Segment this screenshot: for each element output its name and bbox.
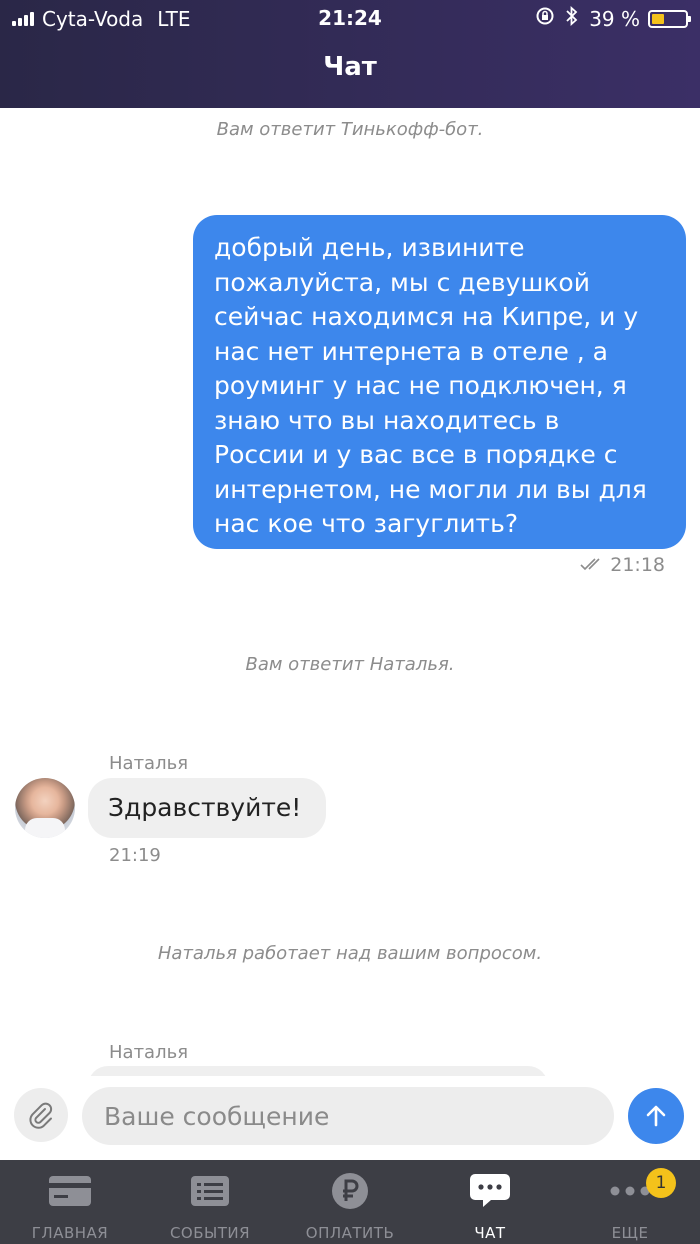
tab-events[interactable]: СОБЫТИЯ: [140, 1160, 280, 1244]
tab-more[interactable]: ЕЩЕ: [560, 1160, 700, 1244]
message-time: 21:19: [109, 845, 161, 866]
message-time: 21:18: [610, 554, 665, 576]
message-line: добрый день, извините: [214, 233, 525, 262]
message-line: сейчас находимся на Кипре, и у: [214, 302, 639, 331]
header: Cyta-Voda LTE 21:24 39 % Чат: [0, 0, 700, 108]
message-line: пожалуйста, мы с девушкой: [214, 267, 590, 297]
chat-icon: [420, 1170, 560, 1212]
status-bar: Cyta-Voda LTE 21:24 39 %: [0, 0, 700, 36]
message-input[interactable]: [82, 1087, 614, 1145]
avatar[interactable]: [15, 778, 75, 838]
incoming-message-bubble[interactable]: Здравствуйте!: [88, 778, 326, 838]
sender-name: Наталья: [109, 1042, 189, 1063]
bluetooth-icon: [565, 5, 579, 31]
battery-percent: 39 %: [589, 6, 640, 31]
battery-fill: [652, 13, 664, 24]
card-icon: [0, 1170, 140, 1212]
double-check-icon: [580, 554, 606, 576]
list-icon: [140, 1170, 280, 1212]
tab-label: ЕЩЕ: [611, 1224, 649, 1242]
tab-label: ЧАТ: [474, 1224, 506, 1242]
rotation-lock-icon: [535, 6, 555, 31]
message-text: Здравствуйте!: [108, 793, 302, 822]
outgoing-message-bubble[interactable]: добрый день, извините пожалуйста, мы с д…: [193, 215, 686, 549]
message-line: интернетом, не могли ли вы для: [214, 474, 647, 504]
tab-label: ГЛАВНАЯ: [31, 1224, 109, 1242]
tab-label: СОБЫТИЯ: [169, 1224, 251, 1242]
arrow-up-icon: [646, 1105, 666, 1127]
sender-name: Наталья: [109, 753, 189, 774]
message-line: нас кое что загуглить?: [214, 509, 519, 538]
outgoing-message-meta: 21:18: [580, 554, 665, 576]
message-line: нас нет интернета в отеле , а: [214, 336, 608, 366]
notification-badge: 1: [646, 1168, 676, 1198]
ruble-icon: [280, 1170, 420, 1212]
message-line: роуминг у нас не подключен, я: [214, 371, 627, 400]
system-message-operator: Вам ответит Наталья.: [245, 654, 455, 675]
tab-chat[interactable]: ЧАТ: [420, 1160, 560, 1244]
system-message-working: Наталья работает над вашим вопросом.: [157, 943, 543, 964]
send-button[interactable]: [628, 1088, 684, 1144]
message-composer: [0, 1076, 700, 1160]
tab-main[interactable]: ГЛАВНАЯ: [0, 1160, 140, 1244]
battery-icon: [648, 9, 691, 28]
system-message-bot: Вам ответит Тинькофф-бот.: [216, 119, 484, 140]
tab-pay[interactable]: ОПЛАТИТЬ: [280, 1160, 420, 1244]
more-icon: [560, 1170, 700, 1212]
paperclip-icon: [29, 1102, 53, 1129]
tab-bar: ГЛАВНАЯ СОБЫТИЯ ОПЛАТИТЬ ЧАТ ЕЩЕ: [0, 1160, 700, 1244]
message-line: знаю что вы находитесь в: [214, 405, 560, 435]
tab-label: ОПЛАТИТЬ: [305, 1224, 395, 1242]
attach-button[interactable]: [14, 1088, 68, 1142]
message-line: России и у вас все в порядке с: [214, 440, 618, 469]
page-title: Чат: [323, 52, 377, 82]
